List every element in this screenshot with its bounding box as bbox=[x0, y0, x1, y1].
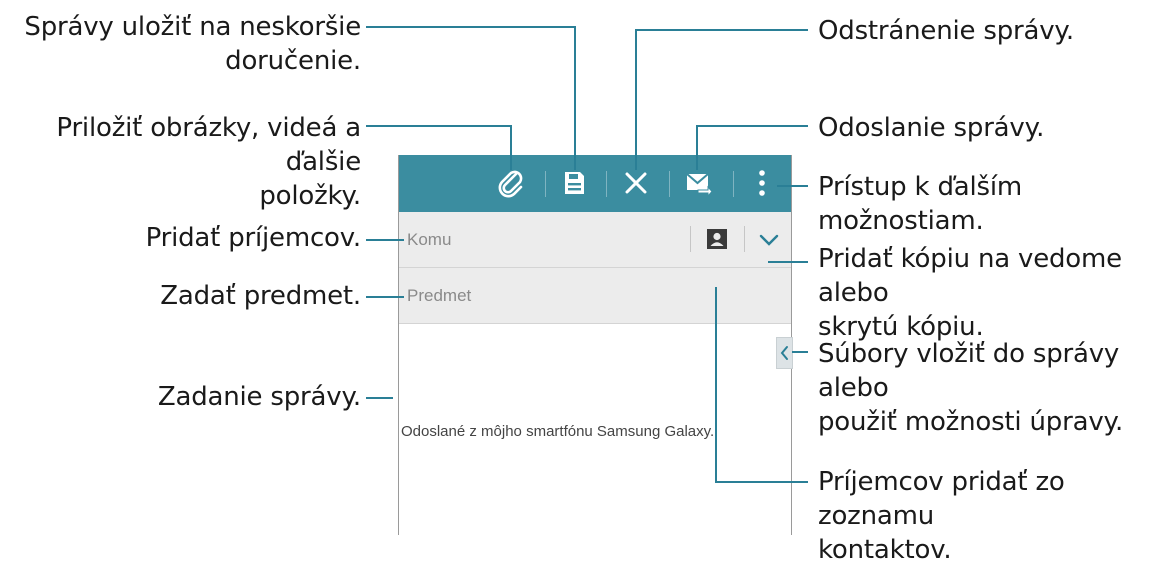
action-separator bbox=[669, 171, 670, 197]
action-bar bbox=[399, 155, 791, 212]
subject-field[interactable]: Predmet bbox=[399, 268, 791, 324]
chevron-left-icon bbox=[780, 346, 788, 360]
action-separator bbox=[545, 171, 546, 197]
delete-button[interactable] bbox=[614, 161, 658, 205]
action-separator bbox=[606, 171, 607, 197]
callout-send: Odoslanie správy. bbox=[818, 113, 1045, 143]
field-separator bbox=[690, 226, 691, 252]
callout-save-later: Správy uložiť na neskoršie doručenie. bbox=[24, 12, 361, 76]
callout-enter-message: Zadanie správy. bbox=[157, 382, 361, 412]
compose-screen: Komu Predmet Odoslané z môjho smartfónu … bbox=[398, 155, 793, 535]
contact-picker-button[interactable] bbox=[706, 228, 728, 250]
chevron-down-icon bbox=[759, 234, 779, 246]
field-separator bbox=[744, 226, 745, 252]
side-panel-handle[interactable] bbox=[776, 337, 793, 369]
save-icon bbox=[565, 172, 584, 194]
callout-add-recipients: Pridať príjemcov. bbox=[145, 223, 362, 253]
to-field[interactable]: Komu bbox=[399, 212, 791, 268]
message-signature[interactable]: Odoslané z môjho smartfónu Samsung Galax… bbox=[401, 423, 714, 440]
subject-placeholder: Predmet bbox=[407, 286, 472, 305]
paperclip-icon bbox=[498, 170, 523, 198]
overflow-menu-icon bbox=[759, 170, 765, 196]
leader-save-later bbox=[366, 26, 576, 170]
callout-more-options: Prístup k ďalším možnostiam. bbox=[818, 172, 1023, 236]
action-separator bbox=[733, 171, 734, 197]
callout-insert-files: Súbory vložiť do správy alebo použiť mož… bbox=[818, 339, 1124, 437]
to-placeholder: Komu bbox=[407, 230, 452, 249]
more-options-button[interactable] bbox=[740, 161, 784, 205]
send-mail-icon bbox=[686, 173, 713, 198]
contact-icon bbox=[707, 229, 727, 249]
attach-button[interactable] bbox=[490, 161, 534, 205]
callout-from-contacts: Príjemcov pridať zo zoznamu kontaktov. bbox=[818, 467, 1065, 565]
cc-bcc-expand-button[interactable] bbox=[757, 228, 781, 252]
leader-delete bbox=[635, 29, 808, 170]
callout-enter-subject: Zadať predmet. bbox=[160, 281, 361, 311]
close-icon bbox=[625, 172, 647, 194]
callout-cc-bcc: Pridať kópiu na vedome alebo skrytú kópi… bbox=[818, 244, 1122, 342]
callout-delete: Odstránenie správy. bbox=[818, 16, 1074, 46]
callout-attach: Priložiť obrázky, videá a ďalšie položky… bbox=[56, 113, 361, 211]
send-button[interactable] bbox=[676, 161, 720, 205]
save-button[interactable] bbox=[552, 161, 596, 205]
